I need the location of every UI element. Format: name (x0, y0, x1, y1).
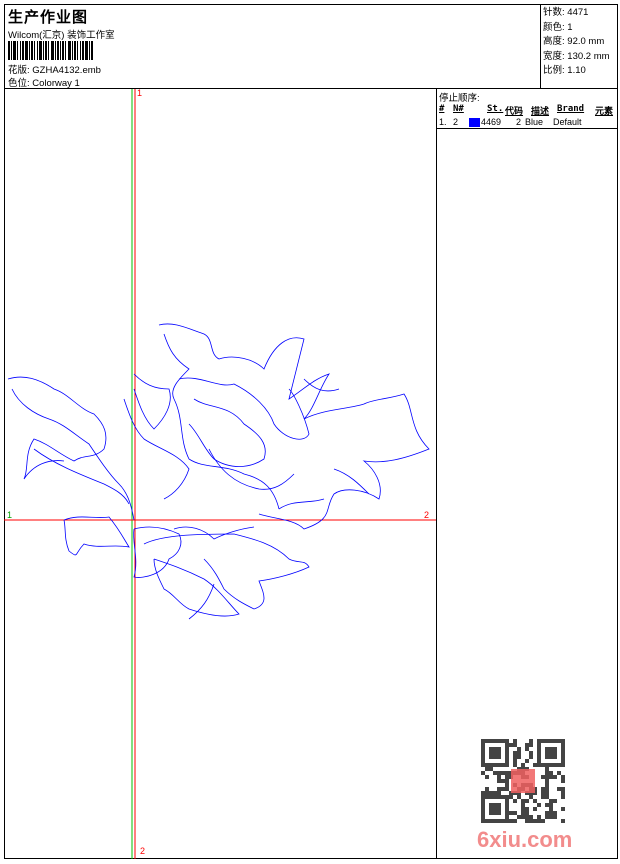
info-height: 高度: 92.0 mm (543, 36, 605, 47)
thread-color-swatch (469, 118, 480, 127)
design-file: 花版: GZHA4132.emb (8, 62, 101, 76)
info-scale: 比例: 1.10 (543, 65, 586, 76)
stop-sequence-title: 停止顺序: (439, 93, 480, 104)
design-info: 针数: 4471 颜色: 1 高度: 92.0 mm 宽度: 130.2 mm … (540, 4, 618, 88)
table-row: 1. 2 4469 2 Blue Default (439, 117, 582, 127)
company-name: Wilcom(汇京) 装饰工作室 (8, 30, 115, 41)
colorway: 色位: Colorway 1 (8, 75, 80, 89)
seal-stamp (511, 769, 535, 793)
colorway-value: Colorway 1 (32, 78, 80, 89)
axis-label-top: 1 (137, 88, 143, 98)
barcode (8, 41, 155, 60)
stop-sequence-columns: # N# St. 代码 描述 Brand 元素 (439, 104, 614, 117)
design-canvas: 1 2 1 2 (4, 88, 437, 859)
embroidery-preview (4, 89, 437, 859)
stop-sequence-panel: 停止顺序: # N# St. 代码 描述 Brand 元素 1. 2 4469 … (436, 89, 618, 859)
axis-label-bottom: 2 (140, 846, 146, 856)
axis-label-right: 2 (424, 510, 430, 520)
axis-label-left: 1 (7, 510, 13, 520)
qr-code (481, 739, 565, 823)
info-stitches: 针数: 4471 (543, 7, 589, 18)
colorway-label: 色位: (8, 78, 30, 89)
watermark-logo: 6xiu.com (477, 827, 573, 852)
info-width: 宽度: 130.2 mm (543, 50, 610, 62)
flower-outline (7, 323, 430, 620)
page-title: 生产作业图 (8, 9, 89, 26)
info-colors: 颜色: 1 (543, 21, 573, 33)
header: 生产作业图 Wilcom(汇京) 装饰工作室 花版: GZHA4132.emb … (4, 4, 618, 89)
